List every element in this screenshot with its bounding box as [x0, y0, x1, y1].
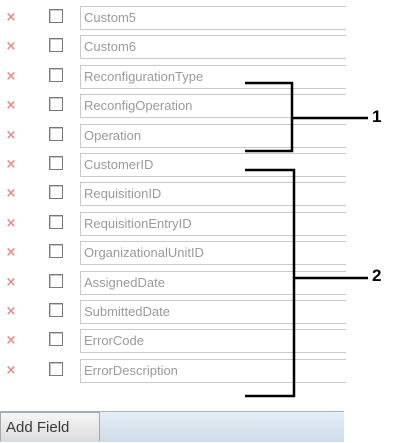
callout-label-1: 1: [372, 107, 382, 126]
callout-bracket-1: [245, 81, 368, 153]
callout-bracket-2: [245, 168, 368, 398]
callout-brackets: [245, 81, 368, 398]
callout-label-2: 2: [372, 266, 382, 285]
